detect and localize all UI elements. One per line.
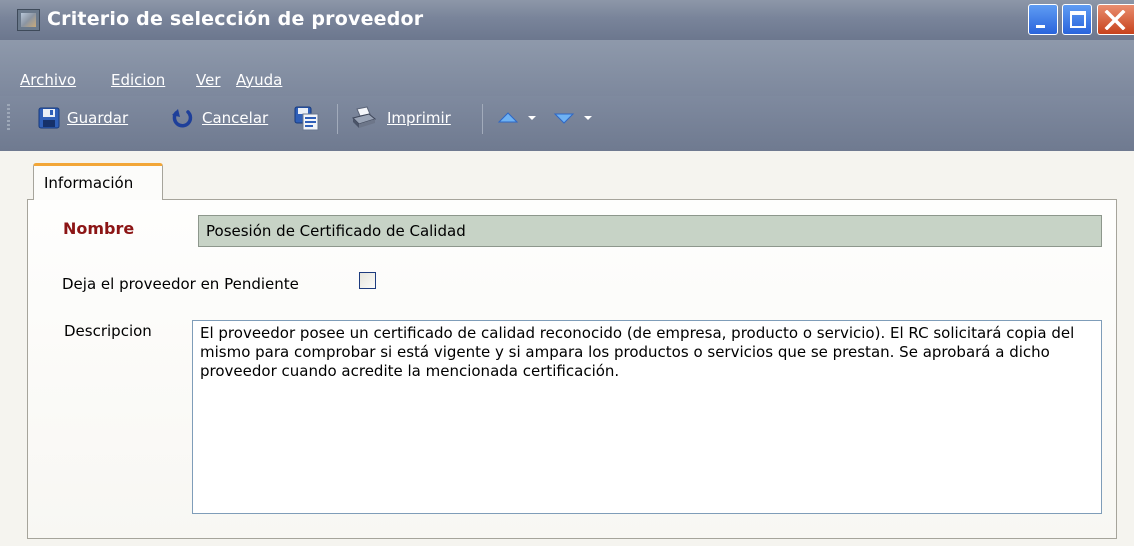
minimize-button[interactable] — [1028, 4, 1058, 35]
chevron-down-icon[interactable] — [525, 113, 539, 123]
save-label: Guardar — [67, 109, 129, 127]
pending-checkbox[interactable] — [359, 272, 376, 289]
window-title: Criterio de selección de proveedor — [47, 8, 424, 30]
name-field[interactable]: Posesión de Certificado de Calidad — [198, 215, 1102, 247]
pending-label: Deja el proveedor en Pendiente — [62, 275, 299, 293]
printer-icon — [352, 106, 376, 128]
save-as-button[interactable] — [294, 106, 320, 131]
description-label: Descripcion — [64, 322, 152, 340]
toolbar-grip[interactable] — [7, 104, 10, 132]
menu-ayuda[interactable]: Ayuda — [236, 71, 282, 89]
cancel-label: Cancelar — [202, 109, 269, 127]
window: Criterio de selección de proveedor Archi… — [0, 0, 1134, 546]
chevron-down-icon[interactable] — [581, 113, 595, 123]
save-as-icon — [294, 106, 319, 131]
tab-informacion[interactable]: Información — [33, 163, 163, 200]
save-icon — [38, 107, 60, 129]
toolbar: Guardar Cancelar Imprimir — [0, 96, 1134, 151]
navigate-up-icon — [497, 112, 519, 123]
name-label: Nombre — [63, 219, 135, 238]
toolbar-separator — [337, 104, 338, 134]
print-button[interactable]: Imprimir — [352, 106, 451, 130]
navigate-up-button[interactable] — [497, 106, 539, 130]
description-field[interactable]: El proveedor posee un certificado de cal… — [192, 320, 1102, 514]
undo-icon — [172, 109, 193, 128]
cancel-button[interactable]: Cancelar — [170, 106, 268, 130]
maximize-button[interactable] — [1062, 4, 1092, 35]
app-icon[interactable] — [17, 9, 40, 31]
tab-label: Información — [44, 174, 134, 192]
navigate-down-icon — [553, 113, 575, 124]
content-area: Información Nombre Posesión de Certifica… — [0, 151, 1134, 546]
menu-ver[interactable]: Ver — [196, 71, 221, 89]
close-button[interactable] — [1097, 4, 1134, 35]
close-icon — [1104, 10, 1126, 30]
navigate-down-button[interactable] — [553, 106, 595, 130]
menu-edicion[interactable]: Edicion — [111, 71, 165, 89]
toolbar-separator — [482, 104, 483, 134]
title-bar[interactable]: Criterio de selección de proveedor — [0, 0, 1134, 40]
tab-panel: Nombre Posesión de Certificado de Calida… — [27, 199, 1117, 539]
menu-bar: Archivo Edicion Ver Ayuda — [0, 40, 1134, 96]
print-label: Imprimir — [387, 109, 451, 127]
menu-archivo[interactable]: Archivo — [20, 71, 76, 89]
save-button[interactable]: Guardar — [38, 106, 128, 130]
maximize-icon — [1070, 11, 1086, 28]
minimize-icon — [1036, 25, 1045, 28]
